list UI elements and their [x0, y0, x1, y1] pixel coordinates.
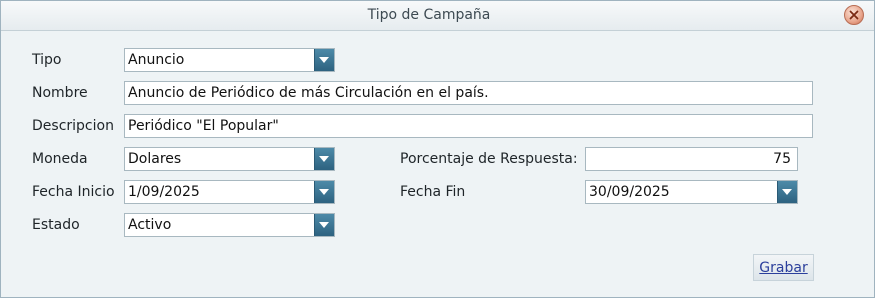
descripcion-value: Periódico "El Popular" [128, 118, 279, 134]
chevron-down-icon [319, 222, 329, 228]
tipo-dropdown-button[interactable] [314, 49, 334, 71]
fecha-inicio-picker[interactable]: 1/09/2025 [124, 180, 335, 204]
chevron-down-icon [782, 189, 792, 195]
porcentaje-label: Porcentaje de Respuesta: [400, 151, 578, 167]
descripcion-input[interactable]: Periódico "El Popular" [124, 114, 813, 138]
chevron-down-icon [319, 189, 329, 195]
porcentaje-value: 75 [773, 151, 791, 167]
title-bar: Tipo de Campaña [1, 1, 874, 31]
fecha-inicio-dropdown-button[interactable] [314, 181, 334, 203]
nombre-label: Nombre [32, 85, 88, 101]
save-button[interactable]: Grabar [753, 254, 814, 281]
fecha-inicio-label: Fecha Inicio [32, 184, 115, 200]
fecha-fin-value: 30/09/2025 [589, 184, 670, 200]
nombre-input[interactable]: Anuncio de Periódico de más Circulación … [124, 81, 813, 105]
descripcion-label: Descripcion [32, 118, 114, 134]
fecha-inicio-value: 1/09/2025 [128, 184, 200, 200]
estado-select[interactable]: Activo [124, 213, 335, 237]
moneda-label: Moneda [32, 151, 88, 167]
fecha-fin-label: Fecha Fin [400, 184, 466, 200]
porcentaje-input[interactable]: 75 [585, 147, 798, 171]
nombre-value: Anuncio de Periódico de más Circulación … [128, 85, 489, 101]
moneda-value: Dolares [128, 151, 182, 167]
estado-value: Activo [128, 217, 172, 233]
chevron-down-icon [319, 57, 329, 63]
tipo-select[interactable]: Anuncio [124, 48, 335, 72]
estado-label: Estado [32, 217, 80, 233]
tipo-value: Anuncio [128, 52, 185, 68]
save-button-label: Grabar [759, 260, 808, 276]
fecha-fin-dropdown-button[interactable] [777, 181, 797, 203]
window-title: Tipo de Campaña [367, 7, 491, 23]
tipo-label: Tipo [32, 52, 62, 68]
close-icon [849, 10, 859, 20]
moneda-dropdown-button[interactable] [314, 148, 334, 170]
moneda-select[interactable]: Dolares [124, 147, 335, 171]
estado-dropdown-button[interactable] [314, 214, 334, 236]
chevron-down-icon [319, 156, 329, 162]
close-button[interactable] [844, 5, 864, 25]
fecha-fin-picker[interactable]: 30/09/2025 [585, 180, 798, 204]
dialog-window: Tipo de Campaña Tipo Anuncio Nombre Anun… [0, 0, 875, 298]
